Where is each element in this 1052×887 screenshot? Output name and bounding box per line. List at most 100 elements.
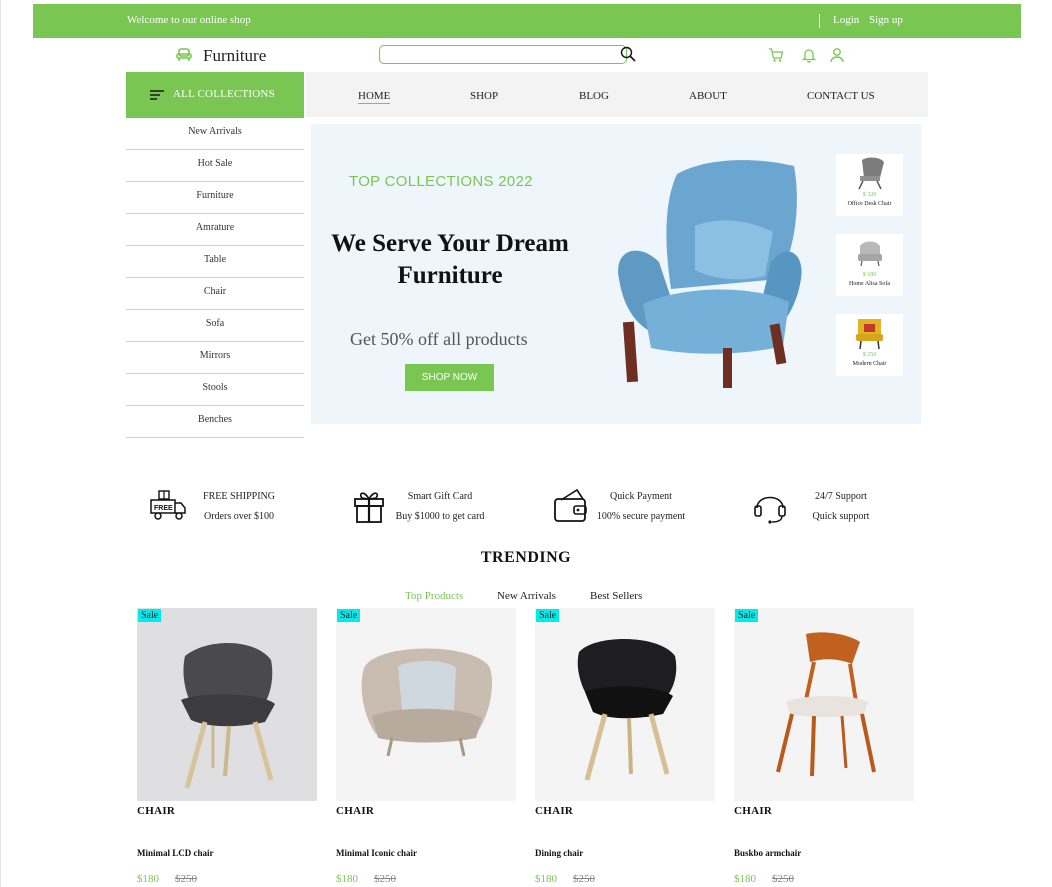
feature-free-shipping: FREE FREE SHIPPING Orders over $100 bbox=[150, 488, 350, 528]
tab-best-sellers[interactable]: Best Sellers bbox=[590, 590, 642, 602]
category-item[interactable]: Amrature bbox=[126, 214, 304, 246]
login-link[interactable]: Login bbox=[833, 14, 859, 26]
sofa-icon bbox=[176, 48, 192, 61]
product-price: $180 bbox=[336, 873, 358, 885]
nav-shop[interactable]: SHOP bbox=[470, 90, 498, 102]
product-old-price: $250 bbox=[772, 873, 794, 885]
product-price: $180 bbox=[137, 873, 159, 885]
nav-contact[interactable]: CONTACT US bbox=[807, 90, 875, 102]
logo-text[interactable]: Furniture bbox=[203, 46, 266, 66]
office-chair-thumbnail bbox=[858, 157, 884, 190]
product-old-price: $250 bbox=[573, 873, 595, 885]
product-image[interactable]: Sale bbox=[137, 608, 317, 801]
product-category: CHAIR bbox=[137, 805, 176, 817]
nav-home[interactable]: HOME bbox=[358, 90, 391, 104]
tab-new-arrivals[interactable]: New Arrivals bbox=[497, 590, 556, 602]
category-item[interactable]: Benches bbox=[126, 406, 304, 438]
mini-product-card[interactable]: $ 320 Office Desk Chair bbox=[836, 154, 903, 216]
mini-product-card[interactable]: $ 180 Home Alisa Sofa bbox=[836, 234, 903, 296]
category-list: New Arrivals Hot Sale Furniture Amrature… bbox=[126, 118, 304, 438]
shop-now-button[interactable]: SHOP NOW bbox=[405, 364, 494, 391]
feature-quick-payment: Quick Payment 100% secure payment bbox=[553, 488, 753, 528]
category-item[interactable]: New Arrivals bbox=[126, 118, 304, 150]
product-name[interactable]: Buskbo armchair bbox=[734, 848, 801, 858]
trending-title: TRENDING bbox=[480, 549, 572, 566]
feature-title: 24/7 Support bbox=[815, 491, 867, 502]
main-nav: HOME SHOP BLOG ABOUT CONTACT US bbox=[306, 72, 928, 117]
search-input[interactable] bbox=[379, 45, 627, 64]
feature-support: 24/7 Support Quick support bbox=[753, 488, 953, 528]
nav-blog[interactable]: BLOG bbox=[579, 90, 609, 102]
delivery-truck-icon: FREE bbox=[150, 490, 186, 520]
page-left-border bbox=[0, 0, 1, 887]
hero-armchair-image bbox=[618, 160, 802, 388]
cart-icon[interactable] bbox=[768, 47, 784, 63]
feature-subtitle: Quick support bbox=[812, 511, 870, 522]
menu-icon bbox=[150, 90, 164, 100]
product-image[interactable]: Sale bbox=[734, 608, 914, 801]
product-image[interactable]: Sale bbox=[336, 608, 516, 801]
mini-product-name: Modern Chair bbox=[852, 361, 887, 367]
hero-kicker: TOP COLLECTIONS 2022 bbox=[349, 173, 533, 190]
category-item[interactable]: Table bbox=[126, 246, 304, 278]
svg-text:FREE: FREE bbox=[154, 505, 173, 512]
feature-title: Smart Gift Card bbox=[407, 491, 473, 502]
product-category: CHAIR bbox=[535, 805, 574, 817]
product-name[interactable]: Minimal LCD chair bbox=[137, 848, 214, 858]
hero-offer: Get 50% off all products bbox=[350, 329, 528, 349]
product-name[interactable]: Minimal Iconic chair bbox=[336, 848, 417, 858]
mini-product-price: $ 320 bbox=[862, 192, 877, 198]
mini-product-name: Home Alisa Sofa bbox=[849, 281, 890, 287]
hero-headline-line1: We Serve Your Dream bbox=[331, 230, 569, 257]
product-image[interactable]: Sale bbox=[535, 608, 715, 801]
all-collections-button[interactable]: ALL COLLECTIONS bbox=[126, 72, 304, 118]
hero-headline-line2: Furniture bbox=[397, 262, 503, 289]
hero-headline: We Serve Your Dream Furniture bbox=[311, 228, 589, 292]
category-item[interactable]: Mirrors bbox=[126, 342, 304, 374]
headset-icon bbox=[754, 496, 786, 524]
feature-gift-card: Smart Gift Card Buy $1000 to get card bbox=[352, 488, 552, 528]
sale-badge: Sale bbox=[536, 609, 560, 622]
user-icon[interactable] bbox=[829, 47, 845, 63]
welcome-text: Welcome to our online shop bbox=[127, 14, 251, 26]
signup-link[interactable]: Sign up bbox=[869, 14, 903, 26]
feature-subtitle: 100% secure payment bbox=[596, 511, 686, 522]
bell-icon[interactable] bbox=[801, 47, 817, 63]
yellow-chair-thumbnail bbox=[856, 319, 883, 350]
mini-product-card[interactable]: $ 250 Modern Chair bbox=[836, 314, 903, 376]
category-item[interactable]: Hot Sale bbox=[126, 150, 304, 182]
feature-title: FREE SHIPPING bbox=[203, 491, 275, 502]
product-price: $180 bbox=[535, 873, 557, 885]
chair-image bbox=[776, 632, 876, 777]
chair-image bbox=[181, 642, 275, 789]
mini-product-name: Office Desk Chair bbox=[847, 201, 892, 207]
category-item[interactable]: Furniture bbox=[126, 182, 304, 214]
tab-top-products[interactable]: Top Products bbox=[405, 590, 463, 602]
feature-subtitle: Orders over $100 bbox=[204, 511, 274, 522]
wallet-icon bbox=[554, 488, 587, 522]
product-category: CHAIR bbox=[734, 805, 773, 817]
topbar-divider bbox=[819, 14, 820, 28]
category-item[interactable]: Stools bbox=[126, 374, 304, 406]
gift-icon bbox=[354, 492, 384, 523]
mini-product-price: $ 180 bbox=[862, 272, 877, 278]
all-collections-label: ALL COLLECTIONS bbox=[173, 88, 275, 100]
search-icon[interactable] bbox=[620, 46, 636, 62]
product-old-price: $250 bbox=[175, 873, 197, 885]
feature-subtitle: Buy $1000 to get card bbox=[395, 511, 485, 522]
category-item[interactable]: Sofa bbox=[126, 310, 304, 342]
product-price: $180 bbox=[734, 873, 756, 885]
sale-badge: Sale bbox=[735, 609, 759, 622]
sale-badge: Sale bbox=[138, 609, 162, 622]
chair-image bbox=[361, 648, 493, 757]
product-category: CHAIR bbox=[336, 805, 375, 817]
chair-image bbox=[577, 638, 677, 781]
nav-about[interactable]: ABOUT bbox=[689, 90, 727, 102]
sale-badge: Sale bbox=[337, 609, 361, 622]
product-old-price: $250 bbox=[374, 873, 396, 885]
category-item[interactable]: Chair bbox=[126, 278, 304, 310]
mini-product-price: $ 250 bbox=[862, 352, 877, 358]
product-name[interactable]: Dining chair bbox=[535, 848, 583, 858]
feature-title: Quick Payment bbox=[610, 491, 672, 502]
hero-banner: TOP COLLECTIONS 2022 We Serve Your Dream… bbox=[311, 124, 921, 424]
